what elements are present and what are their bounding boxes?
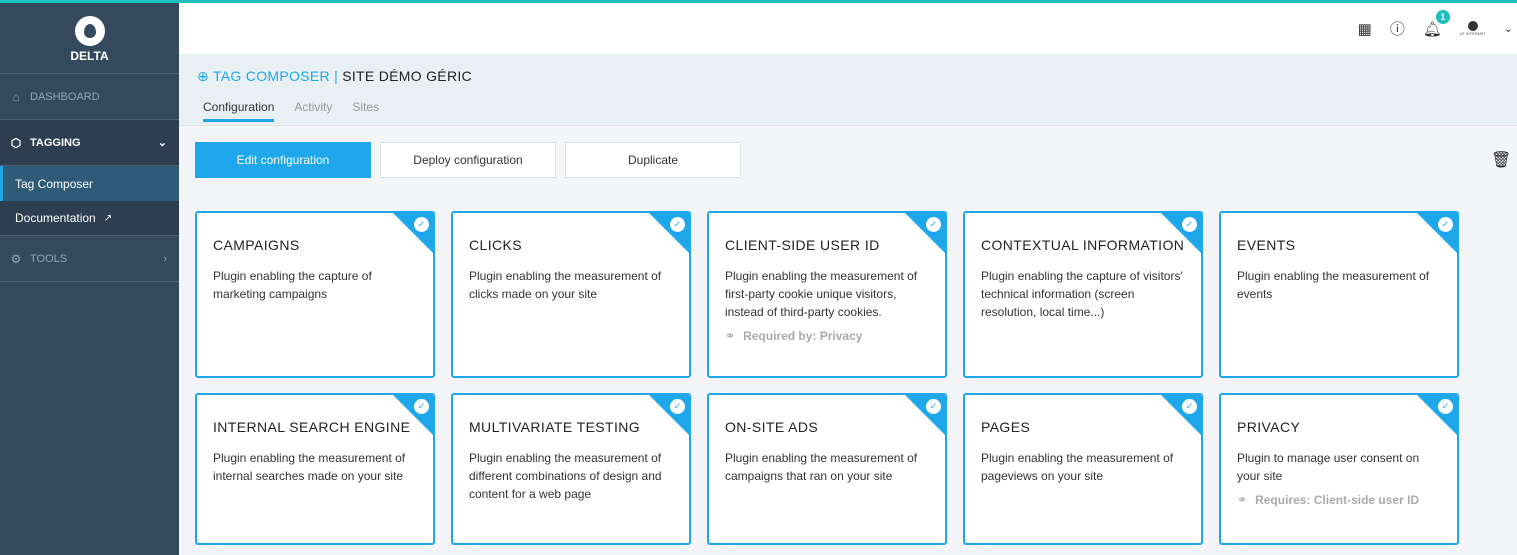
- dependency-text: Required by: Privacy: [743, 329, 863, 343]
- tab-activity[interactable]: Activity: [294, 100, 332, 122]
- plugin-dependency: ⚭ Required by: Privacy: [725, 329, 929, 343]
- plugin-card[interactable]: ✓ PRIVACY Plugin to manage user consent …: [1219, 393, 1459, 545]
- plugin-grid: ✓ CAMPAIGNS Plugin enabling the capture …: [195, 211, 1459, 545]
- plugin-card[interactable]: ✓ CLIENT-SIDE USER ID Plugin enabling th…: [707, 211, 947, 378]
- check-icon: ✓: [1438, 217, 1453, 232]
- sidebar-item-label: TOOLS: [30, 252, 68, 265]
- sidebar-item-label: DASHBOARD: [30, 90, 100, 103]
- external-link-icon: ↗: [103, 212, 113, 224]
- bell-icon[interactable]: 🔔︎ 1: [1423, 9, 1450, 38]
- gear-icon: ⚙: [10, 251, 22, 266]
- plugin-card[interactable]: ✓ EVENTS Plugin enabling the measurement…: [1219, 211, 1459, 378]
- link-icon: ⚭: [725, 329, 736, 343]
- sidebar-item-tools[interactable]: ⚙ TOOLS ›: [0, 236, 179, 282]
- plugin-description: Plugin enabling the capture of marketing…: [213, 269, 372, 301]
- home-icon: ⌂: [12, 89, 20, 104]
- plugin-description: Plugin enabling the measurement of click…: [469, 269, 662, 301]
- plugin-card[interactable]: ✓ MULTIVARIATE TESTING Plugin enabling t…: [451, 393, 691, 545]
- delete-icon[interactable]: 🗑︎: [1491, 150, 1511, 170]
- sidebar-item-label: Documentation: [15, 211, 96, 225]
- plugin-description: Plugin enabling the measurement of first…: [725, 269, 918, 319]
- back-icon[interactable]: ⊕: [197, 68, 209, 84]
- dependency-text: Requires: Client-side user ID: [1255, 493, 1420, 507]
- account-logo-icon: [1467, 21, 1478, 31]
- plugin-title: CLIENT-SIDE USER ID: [725, 237, 880, 253]
- account-avatar[interactable]: AT INTERNET: [1460, 21, 1486, 36]
- apps-grid-icon[interactable]: ▦: [1358, 20, 1372, 38]
- plugin-card[interactable]: ✓ CLICKS Plugin enabling the measurement…: [451, 211, 691, 378]
- plugin-description: Plugin enabling the measurement of event…: [1237, 269, 1430, 301]
- plugin-description: Plugin to manage user consent on your si…: [1237, 451, 1420, 483]
- plugin-description: Plugin enabling the measurement of campa…: [725, 451, 918, 483]
- plugin-title: CONTEXTUAL INFORMATION: [981, 237, 1185, 253]
- top-header: ▦ ⓘ 🔔︎ 1 AT INTERNET ⌄: [179, 3, 1517, 54]
- chevron-down-icon: ⌄: [157, 137, 167, 149]
- check-icon: ✓: [414, 399, 429, 414]
- plugin-description: Plugin enabling the capture of visitors'…: [981, 269, 1183, 319]
- site-name: SITE DÉMO GÉRIC: [342, 68, 472, 84]
- check-icon: ✓: [670, 399, 685, 414]
- check-icon: ✓: [414, 217, 429, 232]
- check-icon: ✓: [1182, 217, 1197, 232]
- check-icon: ✓: [926, 217, 941, 232]
- tag-icon: ⬡: [10, 135, 22, 150]
- plugin-card[interactable]: ✓ CAMPAIGNS Plugin enabling the capture …: [195, 211, 435, 378]
- tabs: Configuration Activity Sites: [203, 100, 379, 122]
- sidebar-item-label: TAGGING: [30, 136, 81, 149]
- duplicate-button[interactable]: Duplicate: [565, 142, 741, 178]
- delta-logo-icon: [74, 16, 105, 46]
- tab-sites[interactable]: Sites: [352, 100, 379, 122]
- plugin-title: CAMPAIGNS: [213, 237, 300, 253]
- top-accent-bar: [0, 0, 1517, 3]
- plugin-title: PAGES: [981, 419, 1031, 435]
- sidebar-item-label: Tag Composer: [15, 176, 94, 191]
- plugin-card[interactable]: ✓ CONTEXTUAL INFORMATION Plugin enabling…: [963, 211, 1203, 378]
- separator: |: [334, 68, 339, 84]
- tab-configuration[interactable]: Configuration: [203, 100, 275, 122]
- sidebar-item-tag-composer[interactable]: Tag Composer: [0, 166, 179, 201]
- sidebar-item-dashboard[interactable]: ⌂ DASHBOARD: [0, 74, 179, 120]
- plugin-card[interactable]: ✓ ON-SITE ADS Plugin enabling the measur…: [707, 393, 947, 545]
- check-icon: ✓: [1182, 399, 1197, 414]
- chevron-right-icon: ›: [163, 252, 167, 265]
- plugin-title: PRIVACY: [1237, 419, 1301, 435]
- deploy-configuration-button[interactable]: Deploy configuration: [380, 142, 556, 178]
- link-icon: ⚭: [1237, 493, 1248, 507]
- logo[interactable]: DELTA: [0, 0, 179, 74]
- plugin-description: Plugin enabling the measurement of diffe…: [469, 451, 662, 501]
- help-icon[interactable]: ⓘ: [1390, 18, 1405, 39]
- breadcrumb-section[interactable]: TAG COMPOSER: [213, 68, 330, 84]
- check-icon: ✓: [670, 217, 685, 232]
- brand-name: DELTA: [70, 49, 109, 63]
- sidebar: DELTA ⌂ DASHBOARD ⬡ TAGGING ⌄ Tag Composer …: [0, 0, 179, 555]
- plugin-description: Plugin enabling the measurement of inter…: [213, 451, 406, 483]
- edit-configuration-button[interactable]: Edit configuration: [195, 142, 371, 178]
- check-icon: ✓: [1438, 399, 1453, 414]
- check-icon: ✓: [926, 399, 941, 414]
- plugin-title: MULTIVARIATE TESTING: [469, 419, 641, 435]
- plugin-title: INTERNAL SEARCH ENGINE: [213, 419, 411, 435]
- plugin-dependency: ⚭ Requires: Client-side user ID: [1237, 493, 1441, 507]
- page-header: ⊕ TAG COMPOSER | SITE DÉMO GÉRIC Configu…: [179, 54, 1517, 126]
- action-bar: Edit configuration Deploy configuration …: [195, 142, 741, 178]
- plugin-card[interactable]: ✓ PAGES Plugin enabling the measurement …: [963, 393, 1203, 545]
- chevron-down-icon[interactable]: ⌄: [1504, 22, 1513, 35]
- plugin-title: EVENTS: [1237, 237, 1296, 253]
- account-label: AT INTERNET: [1459, 31, 1486, 36]
- plugin-title: ON-SITE ADS: [725, 419, 819, 435]
- notification-badge: 1: [1435, 9, 1450, 24]
- sidebar-item-documentation[interactable]: Documentation ↗: [0, 201, 179, 236]
- plugin-title: CLICKS: [469, 237, 522, 253]
- plugin-card[interactable]: ✓ INTERNAL SEARCH ENGINE Plugin enabling…: [195, 393, 435, 545]
- sidebar-item-tagging[interactable]: ⬡ TAGGING ⌄: [0, 120, 179, 166]
- page-title: ⊕ TAG COMPOSER | SITE DÉMO GÉRIC: [197, 68, 472, 85]
- plugin-description: Plugin enabling the measurement of pagev…: [981, 451, 1174, 483]
